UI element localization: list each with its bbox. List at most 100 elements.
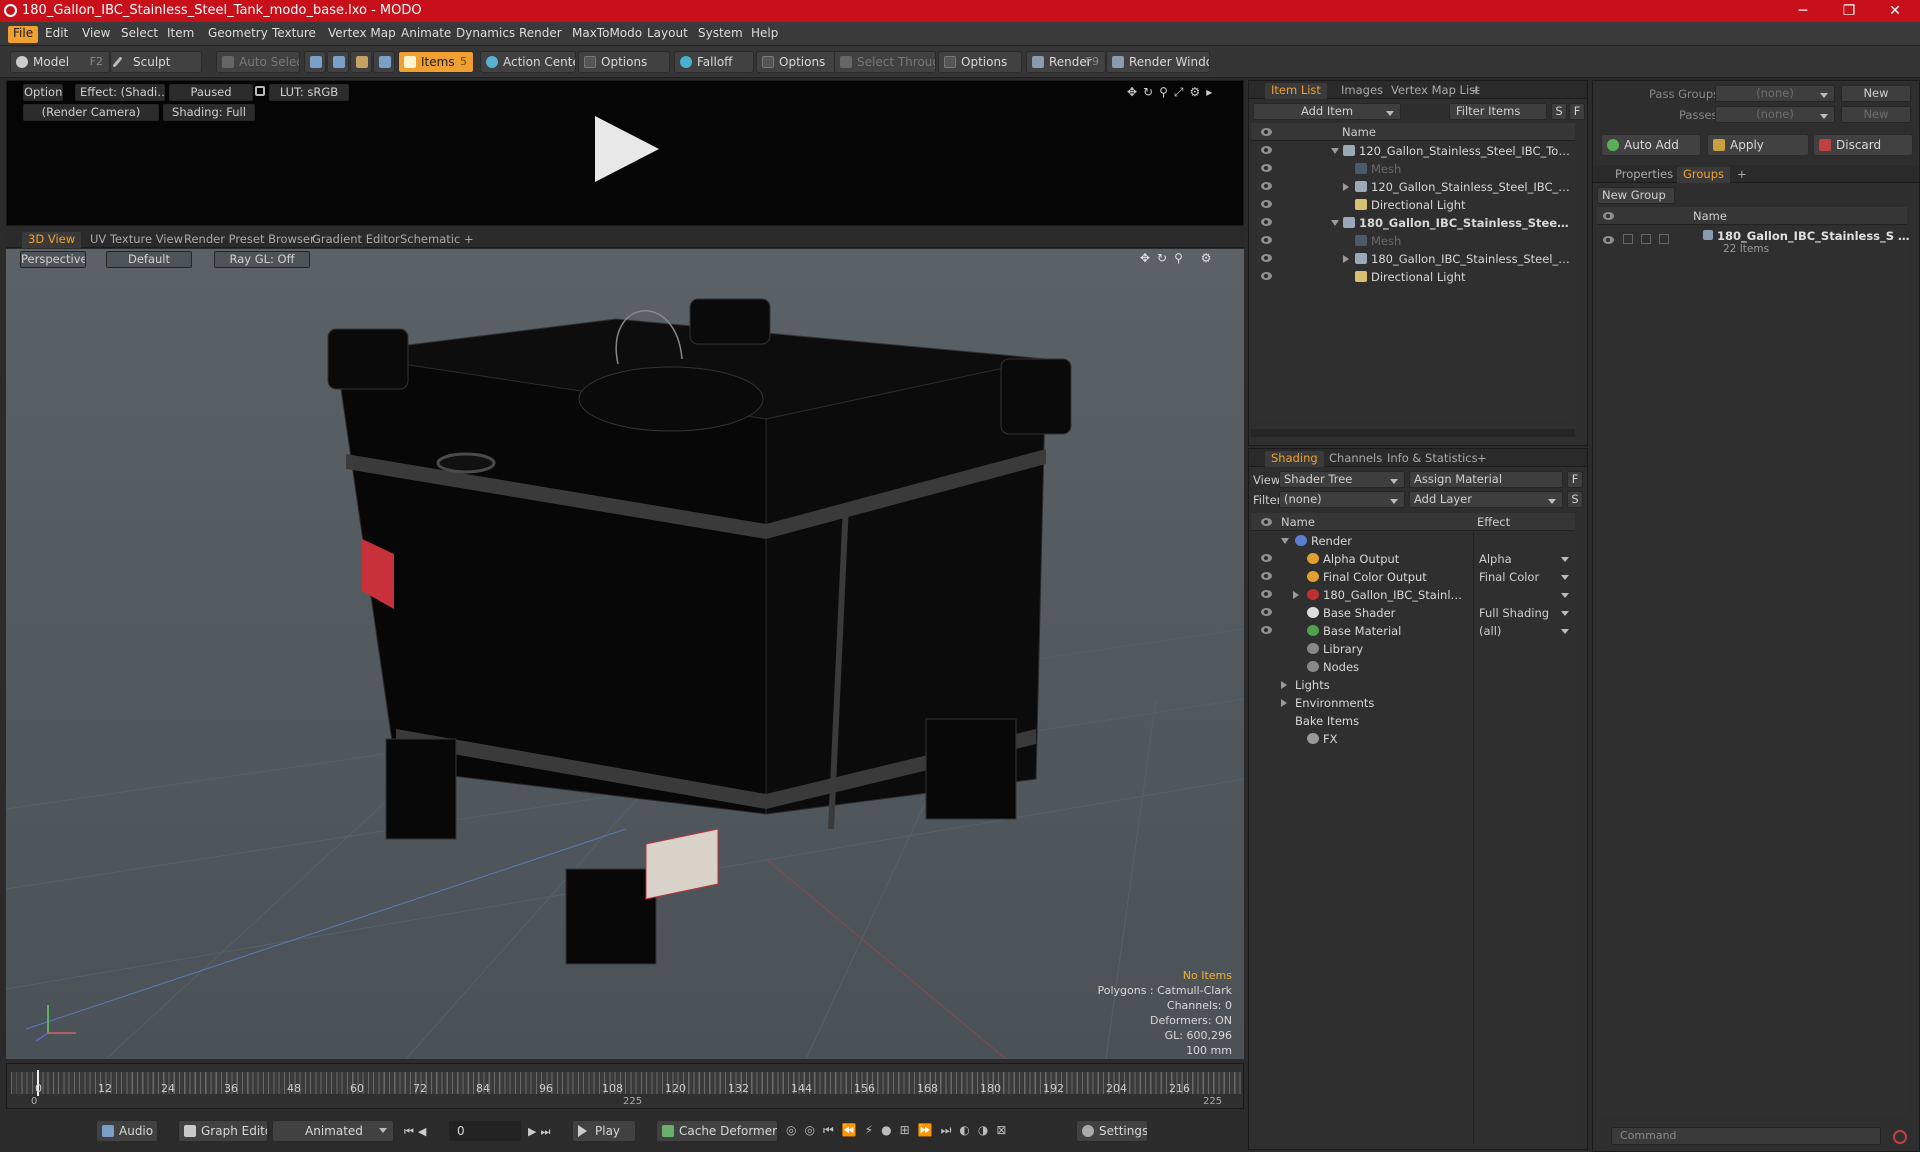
animated-dropdown[interactable]: Animated — [272, 1120, 394, 1142]
menu-dynamics[interactable]: Dynamics — [451, 26, 520, 43]
preview-paused-button[interactable]: Paused — [169, 84, 253, 101]
visibility-icon[interactable] — [1261, 218, 1272, 226]
menu-geometry[interactable]: Geometry — [203, 26, 273, 43]
lock-icon[interactable] — [255, 86, 265, 96]
menu-edit[interactable]: Edit — [40, 26, 73, 43]
view-perspective-dropdown[interactable]: Perspective — [20, 251, 86, 268]
tab-channels[interactable]: Channels — [1323, 451, 1388, 467]
visibility-icon[interactable] — [1261, 200, 1272, 208]
shader-tree-row[interactable]: 180_Gallon_IBC_Stainless … — [1251, 586, 1575, 604]
shader-tree-dropdown[interactable]: Shader Tree — [1279, 471, 1405, 488]
shader-tree-row[interactable]: Base Shader Full Shading — [1251, 604, 1575, 622]
item-list-hscrollbar[interactable] — [1251, 429, 1575, 437]
sculpt-mode-button[interactable]: Sculpt — [110, 51, 202, 73]
menu-vertex-map[interactable]: Vertex Map — [323, 26, 401, 43]
3d-viewport[interactable]: Perspective Default Ray GL: Off ✥↻⚲ ⚙ No… — [6, 249, 1244, 1059]
visibility-icon[interactable] — [1261, 182, 1272, 190]
items-mode-button[interactable]: Items 5 — [398, 51, 474, 73]
view-style-dropdown[interactable]: Default — [106, 251, 192, 268]
add-tab-button[interactable]: + — [1731, 167, 1753, 183]
shader-tree-row[interactable]: Bake Items — [1251, 712, 1575, 730]
item-list-s-button[interactable]: S — [1551, 103, 1567, 120]
minimize-button[interactable]: ─ — [1780, 0, 1826, 22]
chevron-down-icon[interactable] — [1561, 629, 1569, 634]
menu-view[interactable]: View — [77, 26, 115, 43]
key-tool-icons[interactable]: ◎◎⏮⏪⚡●⊞⏩⏭◐◑⊠ — [786, 1123, 1062, 1141]
menu-item[interactable]: Item — [162, 26, 199, 43]
new-group-button[interactable]: New Group — [1597, 187, 1675, 204]
cache-deformers-button[interactable]: Cache Deformers — [656, 1120, 778, 1142]
auto-add-button[interactable]: Auto Add — [1601, 134, 1701, 156]
expand-arrow-icon[interactable] — [1343, 183, 1349, 191]
menu-animate[interactable]: Animate — [396, 26, 456, 43]
add-layer-dropdown[interactable]: Add Layer — [1409, 491, 1563, 508]
tab-gradient-editor[interactable]: Gradient Editor — [306, 232, 406, 248]
shader-effect-dropdown[interactable]: (all) — [1479, 624, 1559, 638]
assign-material-button[interactable]: Assign Material — [1409, 471, 1563, 488]
tab-render-preset-browser[interactable]: Render Preset Browser — [178, 232, 321, 248]
visibility-icon[interactable] — [1261, 146, 1272, 154]
new-pass-button[interactable]: New — [1841, 106, 1911, 123]
menu-texture[interactable]: Texture — [267, 26, 321, 43]
tab-3d-view[interactable]: 3D View — [22, 232, 82, 248]
menu-select[interactable]: Select — [116, 26, 163, 43]
shader-tree-row[interactable]: Library — [1251, 640, 1575, 658]
collapse-arrow-icon[interactable] — [1281, 538, 1289, 544]
item-list-row[interactable]: 120_Gallon_Stainless_Steel_IBC_Tote_T… — [1251, 142, 1575, 160]
item-list-row[interactable]: Mesh — [1251, 160, 1575, 178]
polygons-mode-button[interactable] — [350, 51, 372, 73]
viewport-nav-icons[interactable]: ✥↻⚲ ⚙ — [1140, 251, 1240, 267]
timeline[interactable]: 0 12 24 36 48 60 72 84 96 108 120 132 144 156 168 180 19… — [6, 1063, 1244, 1109]
select-through-button[interactable]: Select Through — [834, 51, 936, 73]
next-key-buttons[interactable]: ▶⏭ — [528, 1125, 568, 1139]
preview-nav-icons[interactable]: ✥↻⚲⤢⚙▸ — [1127, 85, 1237, 99]
expand-arrow-icon[interactable] — [1343, 255, 1349, 263]
tab-item-list[interactable]: Item List — [1265, 83, 1327, 99]
visibility-icon[interactable] — [1261, 254, 1272, 262]
passes-dropdown[interactable]: (none) — [1715, 106, 1835, 123]
shader-tree-row[interactable]: Base Material (all) — [1251, 622, 1575, 640]
restore-button[interactable]: ❐ — [1826, 0, 1872, 22]
menu-help[interactable]: Help — [746, 26, 783, 43]
visibility-icon[interactable] — [1603, 236, 1614, 244]
play-button[interactable]: Play — [572, 1120, 636, 1142]
select-through-options-button[interactable]: Options — [938, 51, 1022, 73]
add-tab-button[interactable]: + — [1465, 83, 1487, 99]
visibility-icon[interactable] — [1261, 626, 1272, 634]
visibility-icon[interactable] — [1261, 554, 1272, 562]
edges-mode-button[interactable] — [327, 51, 349, 73]
visibility-icon[interactable] — [1261, 590, 1272, 598]
chevron-down-icon[interactable] — [1561, 593, 1569, 598]
action-center-options-button[interactable]: Options — [578, 51, 670, 73]
collapse-arrow-icon[interactable] — [1331, 148, 1339, 154]
render-window-button[interactable]: Render Window — [1106, 51, 1210, 73]
chevron-down-icon[interactable] — [1561, 611, 1569, 616]
graph-editor-button[interactable]: Graph Editor — [178, 1120, 268, 1142]
tab-shading[interactable]: Shading — [1265, 451, 1324, 467]
render-toggle-icon[interactable] — [1623, 234, 1633, 244]
lock-toggle-icon[interactable] — [1641, 234, 1651, 244]
command-input[interactable]: Command — [1611, 1127, 1881, 1145]
menu-maxtomodo[interactable]: MaxToModo — [567, 26, 647, 43]
menu-file[interactable]: File — [8, 26, 39, 43]
command-history-icon[interactable] — [1893, 1130, 1907, 1144]
tab-schematic[interactable]: Schematic — [394, 232, 466, 248]
render-button[interactable]: Render F9 — [1026, 51, 1106, 73]
new-pass-group-button[interactable]: New — [1841, 85, 1911, 102]
pass-groups-dropdown[interactable]: (none) — [1715, 85, 1835, 102]
menu-render[interactable]: Render — [514, 26, 567, 43]
vertices-mode-button[interactable] — [304, 51, 326, 73]
visibility-icon[interactable] — [1261, 236, 1272, 244]
filter-dropdown[interactable]: (none) — [1279, 491, 1405, 508]
preview-options-button[interactable]: Options — [23, 84, 63, 101]
item-list-row[interactable]: 180_Gallon_IBC_Stainless_Steel_… — [1251, 214, 1575, 232]
preview-effect-dropdown[interactable]: Effect: (Shadi… — [75, 84, 165, 101]
visibility-icon[interactable] — [1261, 164, 1272, 172]
tab-properties[interactable]: Properties — [1609, 167, 1679, 183]
chevron-down-icon[interactable] — [1561, 575, 1569, 580]
settings-button[interactable]: Settings — [1076, 1120, 1148, 1142]
tab-groups[interactable]: Groups — [1677, 167, 1731, 183]
add-tab-button[interactable]: + — [1471, 451, 1493, 467]
falloff-button[interactable]: Falloff — [674, 51, 754, 73]
menu-system[interactable]: System — [693, 26, 748, 43]
